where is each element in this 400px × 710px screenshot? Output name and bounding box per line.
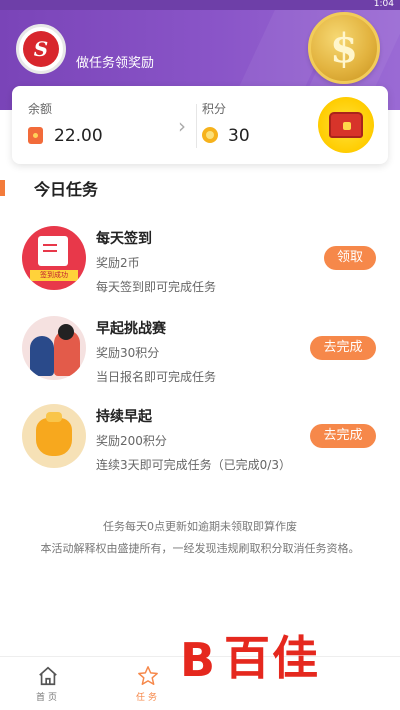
go-complete-button[interactable]: 去完成 (310, 336, 376, 360)
home-icon (39, 666, 57, 686)
nav-label-task: 任务 (135, 693, 160, 703)
star-icon (138, 666, 158, 685)
task-title: 每天签到 (96, 231, 152, 247)
watermark-text: 百佳 (224, 631, 320, 685)
gold-coin-icon: $ (308, 12, 380, 84)
balance-label: 余额 (28, 102, 53, 116)
task-title: 早起挑战赛 (96, 321, 166, 337)
nav-item-task[interactable]: 任务 (128, 665, 168, 703)
task-item-continuous: 持续早起 奖励200积分 连续3天即可完成任务（已完成0/3） 去完成 (0, 404, 400, 484)
person-head-icon (58, 324, 74, 340)
header-title: 做任务领奖励 (76, 56, 155, 71)
balance-card: 余额 22.00 › 积分 30 (12, 86, 388, 164)
checkin-icon: 签到成功 (22, 226, 86, 290)
morning-challenge-icon (22, 316, 86, 380)
task-title: 持续早起 (96, 409, 152, 425)
wallet-icon (28, 127, 43, 144)
task-item-checkin: 签到成功 每天签到 奖励2币 每天签到即可完成任务 领取 (0, 226, 400, 306)
gold-bag-icon (22, 404, 86, 468)
task-reward: 奖励200积分 (96, 434, 167, 448)
watermark-letter: B (180, 633, 216, 687)
task-reward: 奖励30积分 (96, 346, 160, 360)
logo-mark-icon: S (23, 31, 59, 67)
task-reward: 奖励2币 (96, 256, 140, 270)
chevron-right-icon[interactable]: › (178, 114, 186, 138)
paper-icon (38, 236, 68, 266)
status-time: 1:04 (373, 0, 394, 9)
chest-icon (329, 112, 363, 138)
go-complete-button[interactable]: 去完成 (310, 424, 376, 448)
treasure-chest-icon[interactable] (318, 97, 374, 153)
balance-value[interactable]: 22.00 (54, 126, 103, 146)
points-label: 积分 (202, 102, 227, 116)
app-logo: S (16, 24, 66, 74)
section-accent-bar (0, 180, 5, 196)
footnote-line: 本活动解释权由盛捷所有，一经发现违规刷取积分取消任务资格。 (40, 542, 360, 555)
footnote-line: 任务每天0点更新如逾期未领取即算作废 (103, 520, 297, 533)
person-icon (30, 336, 54, 376)
points-coin-icon (202, 127, 218, 143)
task-desc: 连续3天即可完成任务（已完成0/3） (96, 458, 291, 472)
nav-label-home: 首页 (35, 693, 60, 703)
section-title: 今日任务 (34, 180, 99, 199)
bag-icon (36, 412, 72, 456)
task-item-morning-challenge: 早起挑战赛 奖励30积分 当日报名即可完成任务 去完成 (0, 316, 400, 396)
status-bar: 1:04 (0, 0, 400, 10)
points-value: 30 (228, 126, 250, 146)
watermark-logo: B 百佳 (180, 630, 380, 690)
claim-button[interactable]: 领取 (324, 246, 376, 270)
task-desc: 当日报名即可完成任务 (96, 370, 217, 384)
checkin-tag: 签到成功 (30, 270, 78, 281)
task-desc: 每天签到即可完成任务 (96, 280, 217, 294)
divider (196, 104, 197, 148)
nav-item-home[interactable]: 首页 (28, 665, 68, 703)
